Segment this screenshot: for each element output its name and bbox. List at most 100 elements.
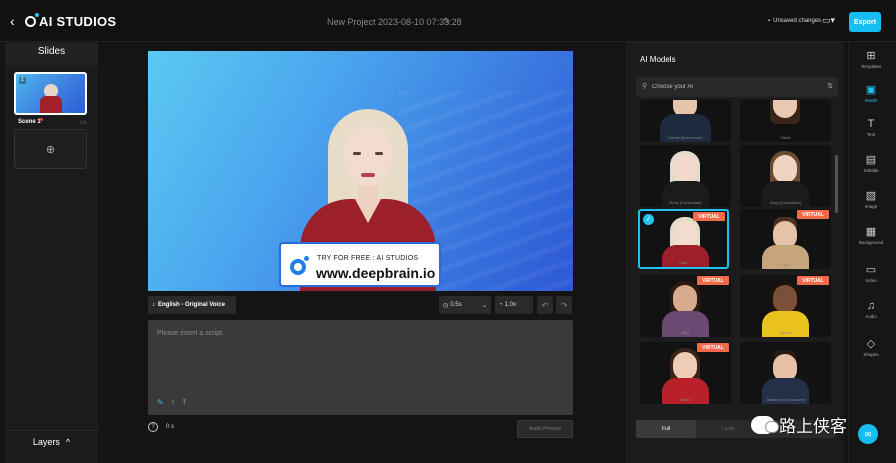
scene-alert-dot bbox=[40, 118, 43, 121]
slides-title: Slides bbox=[5, 43, 98, 65]
models-search-input[interactable] bbox=[652, 80, 812, 94]
model-card-olivia[interactable]: Olivia bbox=[740, 100, 831, 142]
model-face bbox=[773, 285, 797, 313]
rail-item-text[interactable]: T Text bbox=[849, 118, 893, 137]
rail-item-model[interactable]: ▣ Model bbox=[849, 84, 893, 103]
add-scene-button[interactable]: ⊕ bbox=[14, 129, 87, 169]
rail-label: Templates bbox=[860, 64, 882, 69]
speed-icon: ◔ bbox=[499, 302, 503, 308]
redo-button[interactable]: ↷ bbox=[556, 296, 572, 314]
script-toolbar: ✎ ♮ ⤒ bbox=[157, 398, 186, 408]
project-title[interactable]: New Project 2023-08-10 07:33:28 bbox=[327, 17, 462, 27]
model-name: Olivia bbox=[780, 135, 791, 140]
layers-toggle[interactable]: Layers ^ bbox=[5, 430, 98, 452]
lock-icon: ▪ bbox=[768, 18, 771, 24]
rail-label: Shapes bbox=[863, 352, 879, 357]
rail-item-subtitle[interactable]: ▤ Subtitle bbox=[849, 154, 893, 173]
promo-url: www.deepbrain.io bbox=[316, 265, 436, 281]
model-card-jonathan[interactable]: Jonathan (Announcer) bbox=[740, 342, 831, 404]
models-title: AI Models bbox=[640, 55, 676, 64]
model-name: Kayla bbox=[680, 397, 691, 402]
rail-item-audio[interactable]: ♫ Audio bbox=[849, 300, 893, 319]
shapes-icon: ◇ bbox=[866, 338, 876, 350]
model-card-amy[interactable]: Amy (Consultant) bbox=[740, 145, 831, 207]
tool-rail: ⊞ Templates ▣ Model T Text ▤ Subtitle ▧ … bbox=[848, 42, 896, 463]
ai-assist-icon[interactable]: ✎ bbox=[157, 398, 164, 408]
top-bar: ‹ AI STUDIOS New Project 2023-08-10 07:3… bbox=[0, 0, 896, 42]
tab-full[interactable]: Full bbox=[636, 420, 696, 438]
avatar-eye-left bbox=[353, 152, 361, 155]
microphone-icon[interactable]: ♮ bbox=[172, 398, 175, 408]
virtual-badge: VIRTUAL bbox=[697, 276, 729, 285]
rail-item-templates[interactable]: ⊞ Templates bbox=[849, 50, 893, 69]
scene-menu-icon[interactable]: ▭ bbox=[80, 118, 87, 126]
voice-icon: ♪ bbox=[152, 302, 155, 308]
deepbrain-logo-icon bbox=[290, 256, 309, 275]
voice-selector[interactable]: ♪ English - Original Voice bbox=[148, 296, 236, 314]
export-button[interactable]: Export bbox=[849, 12, 881, 32]
model-face bbox=[673, 352, 697, 380]
watermark-text: 路上侠客 bbox=[779, 417, 847, 437]
search-icon: ⚲ bbox=[642, 83, 648, 90]
model-card-daniel[interactable]: Daniel (Announcer) bbox=[640, 100, 731, 142]
templates-icon: ⊞ bbox=[866, 50, 876, 62]
edit-title-icon[interactable]: ✎ bbox=[443, 16, 451, 27]
rail-label: Subtitle bbox=[863, 168, 879, 173]
scene-canvas[interactable]: TRY FOR FREE : AI STUDIOS www.deepbrain.… bbox=[148, 51, 573, 291]
rail-item-background[interactable]: ▦ Background bbox=[849, 226, 893, 245]
model-card-chris[interactable]: VIRTUAL Chris bbox=[740, 209, 831, 269]
rail-label: Text bbox=[866, 132, 876, 137]
pause-value: 0.5s bbox=[450, 302, 462, 308]
model-card-kate[interactable]: ✓ VIRTUAL Kate bbox=[638, 209, 729, 269]
clock-icon: ◷ bbox=[443, 302, 449, 309]
model-card-ruby[interactable]: Ruby (Consultant) bbox=[640, 145, 731, 207]
script-editor[interactable]: Please insert a script ✎ ♮ ⤒ bbox=[148, 320, 573, 415]
promo-banner[interactable]: TRY FOR FREE : AI STUDIOS www.deepbrain.… bbox=[279, 242, 441, 287]
aspect-ratio-dropdown[interactable]: ▭▾ bbox=[822, 15, 835, 26]
pause-selector[interactable]: ◷ 0.5s ⌄ bbox=[439, 296, 491, 314]
model-face bbox=[673, 285, 697, 313]
scene-label: Scene 1 bbox=[18, 119, 41, 125]
ai-studios-editor: ‹ AI STUDIOS New Project 2023-08-10 07:3… bbox=[0, 0, 896, 463]
help-icon[interactable]: ? bbox=[148, 422, 158, 432]
model-card-mira[interactable]: VIRTUAL Mira bbox=[640, 275, 731, 337]
rail-item-video[interactable]: ▭ Video bbox=[849, 264, 893, 283]
virtual-badge: VIRTUAL bbox=[693, 212, 725, 221]
slides-panel: Slides 1 Scene 1 ▭ ⊕ bbox=[5, 42, 98, 463]
thumbnail-avatar-body bbox=[40, 96, 62, 113]
text-icon: T bbox=[867, 118, 875, 130]
chat-icon: ✉ bbox=[864, 429, 872, 439]
audio-preview-button[interactable]: Audio Preview bbox=[517, 420, 573, 438]
script-placeholder: Please insert a script bbox=[157, 330, 222, 337]
chat-support-button[interactable]: ✉ bbox=[858, 424, 878, 444]
voice-label: English - Original Voice bbox=[158, 302, 225, 308]
model-name: Chris bbox=[780, 262, 791, 267]
back-icon[interactable]: ‹ bbox=[10, 13, 15, 29]
scene-thumbnail[interactable]: 1 bbox=[14, 72, 87, 115]
add-icon: ⊕ bbox=[45, 143, 56, 156]
script-controls: ♪ English - Original Voice ◷ 0.5s ⌄ ◔ 1.… bbox=[148, 296, 573, 316]
virtual-badge: VIRTUAL bbox=[797, 210, 829, 219]
scene-number: 1 bbox=[19, 77, 26, 84]
rail-item-image[interactable]: ▧ Image bbox=[849, 190, 893, 209]
models-scrollbar[interactable] bbox=[835, 155, 838, 213]
model-name: Ruby (Consultant) bbox=[669, 200, 702, 205]
unsaved-status: ▪ Unsaved changes bbox=[768, 18, 821, 24]
undo-button[interactable]: ↶ bbox=[537, 296, 553, 314]
tab-large[interactable]: Large bbox=[722, 420, 735, 438]
model-name: Mira bbox=[681, 330, 690, 335]
rail-label: Video bbox=[865, 278, 877, 283]
model-card-kayla[interactable]: VIRTUAL Kayla bbox=[640, 342, 731, 404]
upload-icon[interactable]: ⤒ bbox=[183, 398, 187, 408]
app-logo[interactable]: AI STUDIOS bbox=[25, 13, 116, 29]
model-icon: ▣ bbox=[865, 84, 877, 96]
model-face bbox=[673, 155, 697, 183]
model-name: Kate bbox=[679, 260, 688, 265]
sort-icon[interactable]: ⇅ bbox=[827, 82, 833, 90]
rail-item-shapes[interactable]: ◇ Shapes bbox=[849, 338, 893, 357]
avatar-eye-right bbox=[375, 152, 383, 155]
model-card-naomi[interactable]: VIRTUAL Naomi bbox=[740, 275, 831, 337]
speed-selector[interactable]: ◔ 1.0x bbox=[495, 296, 533, 314]
audio-icon: ♫ bbox=[866, 300, 876, 312]
model-name: Daniel (Announcer) bbox=[668, 135, 703, 140]
